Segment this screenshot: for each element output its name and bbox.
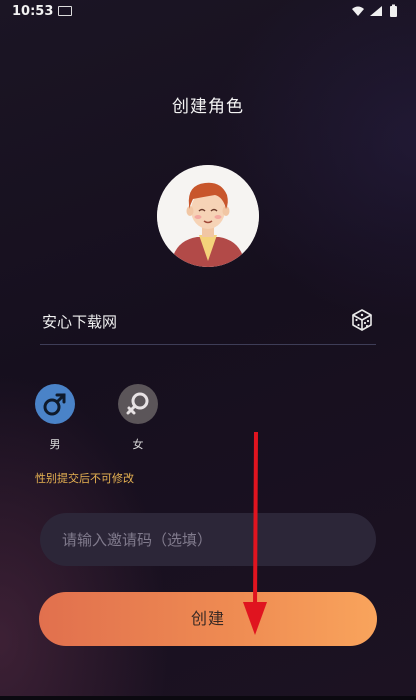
status-system-icons: [352, 4, 397, 17]
battery-icon: [390, 4, 397, 17]
avatar[interactable]: [157, 165, 259, 267]
status-time: 10:53: [12, 4, 54, 19]
keyboard-icon: [58, 6, 72, 16]
navigation-bar: [0, 696, 416, 700]
female-icon[interactable]: [118, 384, 158, 424]
red-arrow-annotation: [243, 431, 267, 635]
invite-code-input[interactable]: [40, 513, 376, 566]
page-title: 创建角色: [172, 97, 244, 117]
create-button[interactable]: 创建: [39, 592, 377, 646]
dice-icon[interactable]: [350, 308, 374, 332]
signal-icon: [370, 6, 382, 16]
name-value[interactable]: 安心下载网: [42, 311, 117, 332]
status-bar: 10:53: [0, 0, 416, 22]
wifi-icon: [352, 6, 364, 16]
avatar-illustration: [157, 165, 259, 267]
gender-option-female[interactable]: 女: [118, 384, 158, 452]
gender-option-male[interactable]: 男: [35, 384, 75, 452]
name-field[interactable]: 安心下载网: [40, 306, 376, 345]
gender-warning-text: 性别提交后不可修改: [35, 472, 134, 485]
gender-label-male: 男: [49, 438, 61, 451]
gender-label-female: 女: [132, 438, 144, 451]
male-icon[interactable]: [35, 384, 75, 424]
invite-code-field[interactable]: [40, 513, 376, 566]
